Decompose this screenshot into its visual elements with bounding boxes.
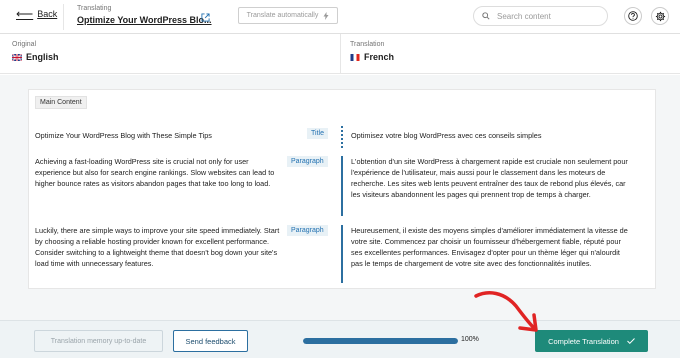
france-flag-icon <box>350 53 360 61</box>
source-text: Optimize Your WordPress Blog with These … <box>35 131 212 140</box>
translation-language-name-row: French <box>350 52 394 62</box>
row-indicator <box>341 126 343 148</box>
block-type-tag: Paragraph <box>287 225 328 236</box>
target-text[interactable]: Optimisez votre blog WordPress avec ces … <box>351 130 629 141</box>
gear-icon <box>655 11 665 21</box>
original-language-name: English <box>26 52 59 62</box>
source-text: Achieving a fast-loading WordPress site … <box>35 157 275 188</box>
block-type-tag: Title <box>307 128 328 139</box>
translation-row[interactable]: Luckily, there are simple ways to improv… <box>29 225 657 283</box>
help-button[interactable] <box>624 7 642 25</box>
help-icon <box>628 11 638 21</box>
post-title-link[interactable]: Optimize Your WordPress Blo... <box>77 15 212 25</box>
translation-row[interactable]: Achieving a fast-loading WordPress site … <box>29 156 657 216</box>
target-text[interactable]: L'obtention d'un site WordPress à charge… <box>351 156 629 200</box>
language-divider <box>340 34 341 74</box>
uk-flag-icon <box>12 53 22 61</box>
complete-translation-button[interactable]: Complete Translation <box>535 330 648 352</box>
external-link-icon[interactable] <box>201 13 210 22</box>
back-link[interactable]: ⟵ Back <box>16 7 58 21</box>
complete-translation-label: Complete Translation <box>548 336 619 346</box>
search-input[interactable] <box>497 11 597 21</box>
search-box[interactable] <box>473 6 608 26</box>
section-label: Main Content <box>35 96 87 109</box>
editor-header: ⟵ Back Translating Optimize Your WordPre… <box>0 0 680 34</box>
progress-bar <box>303 338 458 344</box>
editor-footer: Translation memory up-to-date Send feedb… <box>0 320 680 358</box>
translation-row[interactable]: Optimize Your WordPress Blog with These … <box>29 126 657 148</box>
settings-button[interactable] <box>651 7 669 25</box>
translation-memory-button[interactable]: Translation memory up-to-date <box>34 330 163 352</box>
translation-label: Translation <box>350 41 385 48</box>
source-text: Luckily, there are simple ways to improv… <box>35 226 280 268</box>
back-label: Back <box>37 9 58 19</box>
original-language: Original English <box>12 41 59 62</box>
row-indicator <box>341 225 343 283</box>
translating-label: Translating <box>77 5 112 12</box>
arrow-left-icon: ⟵ <box>16 7 34 21</box>
translate-automatically-button[interactable]: Translate automatically <box>238 7 338 24</box>
row-indicator <box>341 156 343 216</box>
header-divider <box>63 4 64 30</box>
language-bar: Original English Translation French <box>0 34 680 74</box>
translate-automatically-label: Translate automatically <box>246 12 319 19</box>
annotation-arrow-icon <box>474 291 538 332</box>
translating-info: Translating Optimize Your WordPress Blo.… <box>77 5 212 25</box>
block-type-tag: Paragraph <box>287 156 328 167</box>
search-icon <box>482 12 490 20</box>
original-language-name-row: English <box>12 52 59 62</box>
translation-language-name: French <box>364 52 395 62</box>
checkmark-icon <box>627 338 635 344</box>
translation-language: Translation French <box>350 41 394 62</box>
send-feedback-button[interactable]: Send feedback <box>173 330 248 352</box>
progress-percent: 100% <box>461 336 479 343</box>
original-label: Original <box>12 41 37 48</box>
translation-card: Main Content Optimize Your WordPress Blo… <box>28 89 656 289</box>
target-text[interactable]: Heureusement, il existe des moyens simpl… <box>351 225 629 269</box>
lightning-icon <box>323 11 329 20</box>
progress-fill <box>303 338 458 344</box>
